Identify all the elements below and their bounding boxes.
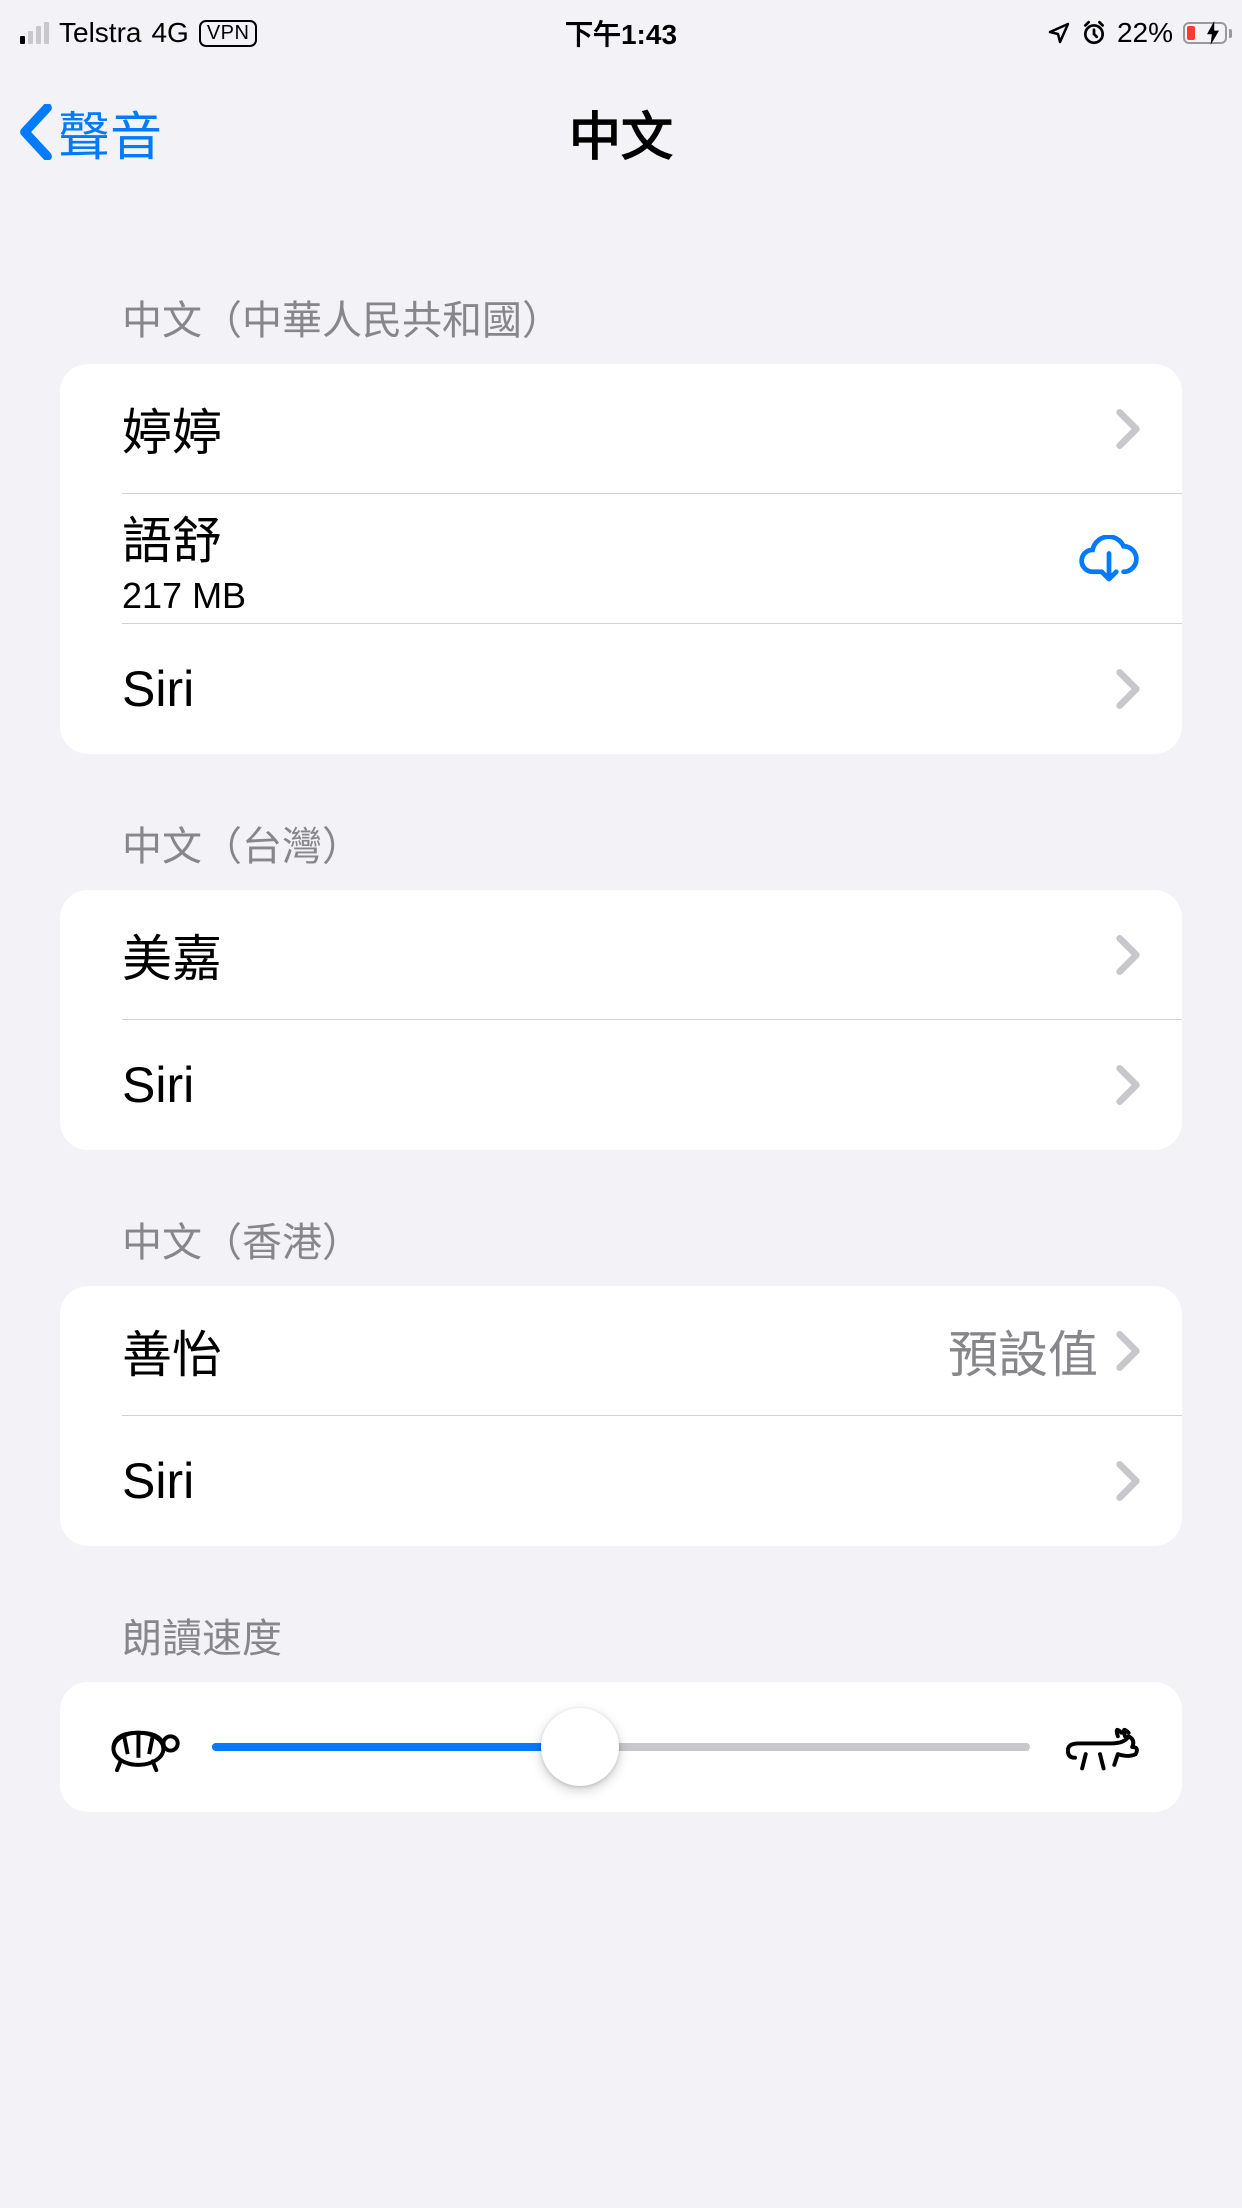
slider-fill [212,1743,580,1751]
chevron-right-icon [1116,935,1140,975]
chevron-right-icon [1116,409,1140,449]
voice-row-shanyi[interactable]: 善怡 預設值 [60,1286,1182,1416]
chevron-right-icon [1116,1331,1140,1371]
clock: 下午1:43 [565,13,677,53]
voice-row-yushu[interactable]: 語舒 217 MB [60,494,1182,624]
speed-slider[interactable] [212,1743,1030,1751]
status-left: Telstra 4G VPN [20,17,257,49]
section-header-taiwan: 中文（台灣） [60,754,1182,890]
location-icon [1047,21,1071,45]
voice-name: 美嘉 [122,919,222,991]
voice-name: Siri [122,660,194,718]
chevron-right-icon [1116,1065,1140,1105]
carrier-label: Telstra [59,17,141,49]
content: 中文（中華人民共和國） 婷婷 語舒 217 MB Siri 中文（台灣） [0,198,1242,1812]
battery-icon [1183,21,1222,45]
cloud-download-icon[interactable] [1078,535,1140,583]
voice-size: 217 MB [122,575,246,617]
tortoise-icon [102,1722,182,1772]
voice-name: Siri [122,1452,194,1510]
voice-group-hk: 善怡 預設值 Siri [60,1286,1182,1546]
speed-slider-row [60,1682,1182,1812]
voice-name: 善怡 [122,1315,222,1387]
section-header-speed: 朗讀速度 [60,1546,1182,1682]
network-label: 4G [151,17,188,49]
voice-group-prc: 婷婷 語舒 217 MB Siri [60,364,1182,754]
voice-row-siri-taiwan[interactable]: Siri [60,1020,1182,1150]
status-right: 22% [1047,17,1222,49]
section-header-hk: 中文（香港） [60,1150,1182,1286]
chevron-left-icon [18,104,54,160]
vpn-badge: VPN [199,20,258,47]
page-title: 中文 [569,95,673,170]
voice-row-tingting[interactable]: 婷婷 [60,364,1182,494]
battery-percent: 22% [1117,17,1173,49]
voice-group-taiwan: 美嘉 Siri [60,890,1182,1150]
voice-row-meijia[interactable]: 美嘉 [60,890,1182,1020]
alarm-icon [1081,20,1107,46]
chevron-right-icon [1116,1461,1140,1501]
voice-row-siri-hk[interactable]: Siri [60,1416,1182,1546]
section-header-prc: 中文（中華人民共和國） [60,198,1182,364]
status-bar: Telstra 4G VPN 下午1:43 22% [0,0,1242,66]
chevron-right-icon [1116,669,1140,709]
voice-default-label: 預設值 [948,1315,1098,1387]
signal-strength-icon [20,22,49,44]
voice-name: 語舒 [122,501,246,573]
hare-icon [1060,1722,1140,1772]
slider-thumb[interactable] [541,1708,619,1786]
navigation-bar: 聲音 中文 [0,66,1242,198]
voice-row-siri-prc[interactable]: Siri [60,624,1182,754]
speed-group [60,1682,1182,1812]
voice-name: 婷婷 [122,393,222,465]
back-label: 聲音 [58,95,162,170]
voice-name: Siri [122,1056,194,1114]
back-button[interactable]: 聲音 [0,95,162,170]
